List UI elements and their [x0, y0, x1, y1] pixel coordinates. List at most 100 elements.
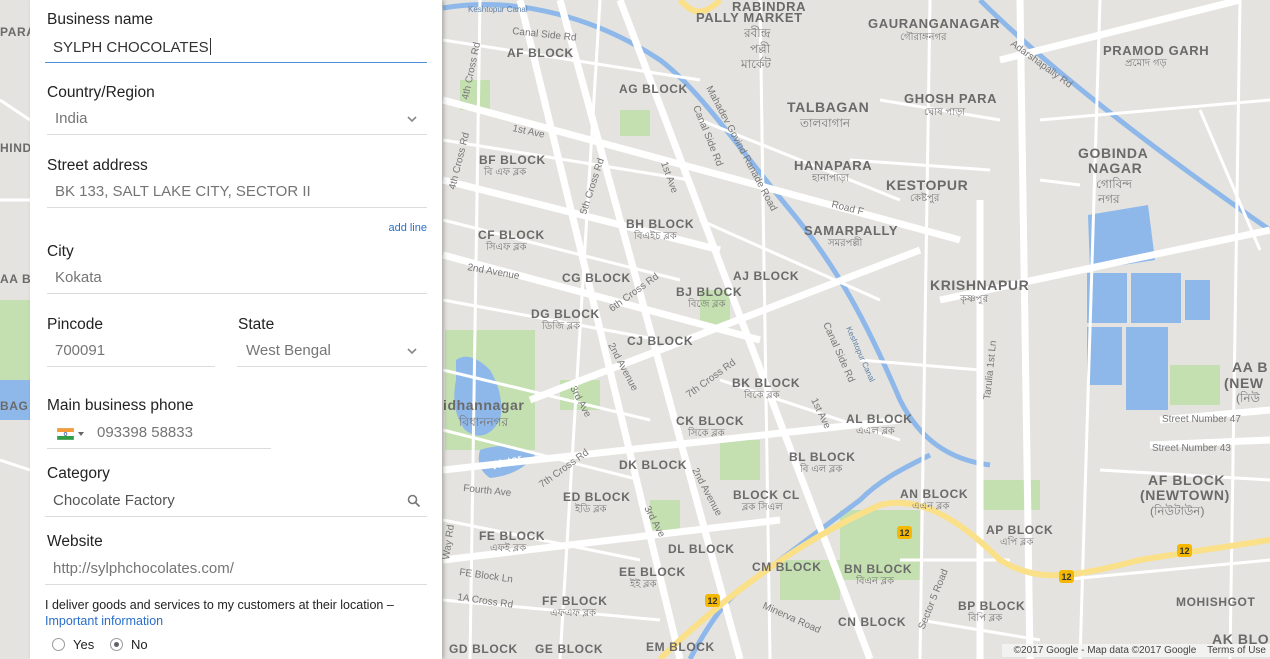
- label-cm-block: CM BLOCK: [752, 560, 821, 574]
- label-block-cl: BLOCK CL: [733, 488, 800, 502]
- label-cf-block: CF BLOCK: [478, 228, 545, 242]
- shield-12-b: 12: [1179, 546, 1189, 556]
- street-address-value: BK 133, SALT LAKE CITY, SECTOR II: [55, 183, 311, 200]
- radio-yes[interactable]: Yes: [52, 637, 94, 652]
- city-field[interactable]: Kokata: [47, 265, 427, 294]
- label-bp-block-bn: বিপি ব্লক: [967, 612, 1003, 624]
- label-al-block-bn: এএল ব্লক: [856, 426, 896, 437]
- shield-12-d: 12: [707, 596, 717, 606]
- label-krishnapur: KRISHNAPUR: [930, 277, 1029, 293]
- label-kestopur: KESTOPUR: [886, 177, 968, 193]
- label-af-newtown-b: AF BLOCK: [1148, 472, 1225, 488]
- phone-value: 093398 58833: [97, 424, 193, 441]
- business-name-text: SYLPH CHOCOLATES: [53, 39, 209, 56]
- label-mohishgot: MOHISHGOT: [1176, 595, 1255, 609]
- add-line-link[interactable]: add line: [388, 222, 427, 234]
- label-fe-block-bn: এফই ব্লক: [490, 542, 527, 554]
- radio-no[interactable]: No: [110, 637, 148, 652]
- radio-no-label: No: [131, 637, 148, 652]
- label-bl-block: BL BLOCK: [789, 450, 856, 464]
- label-ed-block-bn: ইডি ব্লক: [574, 503, 608, 515]
- city-label: City: [47, 243, 74, 260]
- country-value: India: [55, 110, 88, 127]
- label-gauranganagar: GAURANGANAGAR: [868, 16, 1000, 31]
- label-pally-market: PALLY MARKET: [696, 10, 803, 25]
- label-bn-block-bn: বিএন ব্লক: [855, 575, 895, 587]
- label-gd-block: GD BLOCK: [449, 642, 518, 656]
- label-new: (NEW: [1224, 375, 1264, 391]
- map-copyright: ©2017 Google - Map data ©2017 Google: [1013, 645, 1197, 656]
- label-block-cl-bn: ব্লক সিএল: [741, 501, 783, 513]
- delivery-notice: I deliver goods and services to my custo…: [45, 598, 394, 629]
- road-street47: Street Number 47: [1162, 414, 1241, 425]
- label-samarpally: SAMARPALLY: [804, 223, 898, 238]
- map-terms-link[interactable]: Terms of Use: [1207, 645, 1266, 656]
- label-ed-block: ED BLOCK: [563, 490, 630, 504]
- country-label: Country/Region: [47, 84, 155, 101]
- label-al-block: AL BLOCK: [846, 412, 913, 426]
- road-keshtopur-canal: Keshtopur Canal: [468, 5, 528, 14]
- label-aa-b-left: AA B: [0, 272, 31, 286]
- street-address-label: Street address: [47, 157, 148, 174]
- label-cn-block: CN BLOCK: [838, 615, 906, 629]
- phone-field[interactable]: 093398 58833: [47, 420, 271, 449]
- state-select[interactable]: West Bengal: [237, 338, 427, 367]
- label-gobinda-bn2: নগর: [1097, 192, 1120, 206]
- label-gauranganagar-bn: গৌরাঙ্গনগর: [900, 31, 947, 43]
- label-bk-block: BK BLOCK: [732, 376, 800, 390]
- label-bp-block: BP BLOCK: [958, 599, 1025, 613]
- country-code-dropdown-icon[interactable]: [78, 432, 84, 436]
- label-ap-block: AP BLOCK: [986, 523, 1053, 537]
- label-bl-block-bn: বি এল ব্লক: [799, 463, 843, 475]
- label-cj-block: CJ BLOCK: [627, 334, 693, 348]
- label-hind: HIND: [0, 141, 32, 155]
- label-ff-block-bn: এফএফ ব্লক: [550, 608, 597, 619]
- label-samarpally-bn: সমরপল্লী: [827, 236, 863, 249]
- pincode-value: 700091: [55, 342, 106, 359]
- delivery-question: I deliver goods and services to my custo…: [45, 598, 394, 612]
- state-label: State: [238, 316, 275, 333]
- india-flag-icon[interactable]: [56, 427, 75, 441]
- category-label: Category: [47, 465, 110, 482]
- label-an-block: AN BLOCK: [900, 487, 968, 501]
- website-label: Website: [47, 533, 103, 550]
- label-hanapara: HANAPARA: [794, 158, 872, 173]
- label-bf-block: BF BLOCK: [479, 153, 546, 167]
- pincode-label: Pincode: [47, 316, 104, 333]
- label-bidhannagar-bn: বিধাননগর: [458, 415, 509, 429]
- label-ee-block-bn: ইই ব্লক: [629, 578, 658, 590]
- label-ap-block-bn: এপি ব্লক: [1000, 536, 1034, 548]
- label-krishnapur-bn: কৃষ্ণপুর: [959, 294, 988, 305]
- radio-no-circle[interactable]: [110, 638, 123, 651]
- text-caret: [209, 38, 211, 55]
- pincode-field[interactable]: 700091: [47, 338, 215, 367]
- important-information-link[interactable]: Important information: [45, 614, 394, 630]
- label-gobinda-bn1: গোবিন্দ: [1096, 177, 1132, 191]
- category-field[interactable]: Chocolate Factory: [45, 488, 427, 517]
- label-ghosh-para-bn: ঘোষ পাড়া: [924, 107, 966, 118]
- label-newtown: (NEWTOWN): [1140, 487, 1230, 503]
- search-icon[interactable]: [407, 494, 421, 508]
- label-bh-block: BH BLOCK: [626, 217, 694, 231]
- business-name-field[interactable]: SYLPH CHOCOLATES: [45, 34, 427, 63]
- map-attribution: ©2017 Google - Map data ©2017 Google Ter…: [1001, 644, 1270, 657]
- radio-yes-circle[interactable]: [52, 638, 65, 651]
- label-dg-block: DG BLOCK: [531, 307, 600, 321]
- website-value: http://sylphchocolates.com/: [53, 560, 234, 577]
- label-ge-block: GE BLOCK: [535, 642, 603, 656]
- street-address-field[interactable]: BK 133, SALT LAKE CITY, SECTOR II: [47, 179, 427, 208]
- label-ff-block: FF BLOCK: [542, 594, 607, 608]
- label-kestopur-bn: কেষ্টপুর: [910, 192, 940, 204]
- business-info-panel: Business name SYLPH CHOCOLATES Country/R…: [30, 0, 442, 659]
- label-cf-block-bn: সিএফ ব্লক: [485, 241, 528, 253]
- country-select[interactable]: India: [47, 106, 427, 135]
- label-ee-block: EE BLOCK: [619, 565, 686, 579]
- label-new-bn: (নিউ: [1236, 391, 1261, 405]
- phone-label: Main business phone: [47, 397, 194, 414]
- label-bag: BAG: [0, 399, 28, 413]
- website-field[interactable]: http://sylphchocolates.com/: [45, 556, 427, 585]
- label-newtown-bn: (নিউটাউন): [1150, 504, 1204, 518]
- label-bk-block-bn: বিকে ব্লক: [743, 389, 781, 401]
- label-gobinda: GOBINDA: [1078, 145, 1148, 161]
- label-bh-block-bn: বিএইচ ব্লক: [633, 230, 678, 242]
